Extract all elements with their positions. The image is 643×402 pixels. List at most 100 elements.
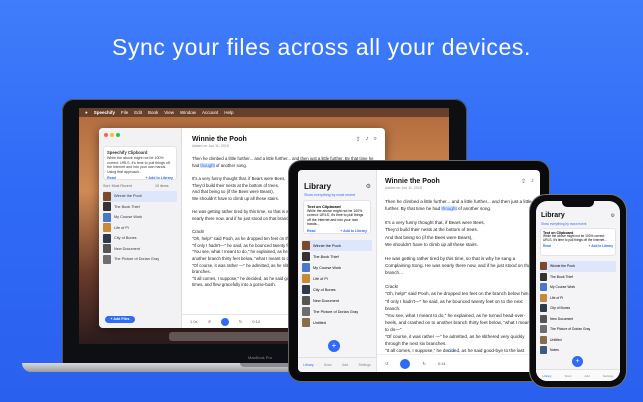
- book-title: The Picture of Dorian Gray: [313, 309, 359, 314]
- share-icon[interactable]: ⇪: [521, 178, 526, 185]
- menu-item[interactable]: Help: [224, 110, 233, 115]
- settings-icon[interactable]: ⚙: [611, 213, 615, 219]
- book-row[interactable]: My Course Work: [302, 262, 372, 273]
- book-cover-icon: [540, 283, 547, 292]
- book-row[interactable]: Winnie the Pooh: [302, 240, 372, 251]
- book-cover-icon: [103, 244, 111, 254]
- play-button[interactable]: [220, 317, 229, 326]
- read-button[interactable]: Read: [543, 244, 551, 249]
- book-cover-icon: [540, 335, 547, 344]
- book-row[interactable]: Winnie the Pooh: [540, 261, 616, 272]
- book-row[interactable]: New Document: [302, 295, 372, 306]
- voice-icon[interactable]: ♪: [366, 136, 369, 143]
- search-icon[interactable]: ⌕: [374, 136, 377, 143]
- read-button[interactable]: Read: [307, 229, 316, 233]
- menu-item[interactable]: File: [121, 110, 128, 115]
- forward-icon[interactable]: ↻: [422, 361, 425, 366]
- share-icon[interactable]: ⇪: [356, 136, 361, 143]
- rewind-icon[interactable]: ↺: [208, 319, 211, 324]
- book-row[interactable]: My Course Work: [103, 212, 177, 223]
- book-cover-icon: [540, 272, 547, 281]
- book-title: The Book Thief: [313, 254, 339, 259]
- book-title: The Book Thief: [114, 204, 140, 209]
- clipboard-card[interactable]: Text on Clipboard While the above might …: [540, 228, 616, 256]
- tab-add[interactable]: Add: [342, 363, 348, 367]
- minimize-window-button[interactable]: [110, 133, 114, 137]
- book-title: Life of Pi: [550, 295, 564, 300]
- book-row[interactable]: Life of Pi: [540, 293, 616, 304]
- add-button[interactable]: +: [328, 340, 340, 352]
- rewind-icon[interactable]: ↺: [385, 361, 388, 366]
- book-row[interactable]: Untitled: [302, 317, 372, 328]
- tab-library[interactable]: Library: [542, 374, 551, 378]
- menu-item[interactable]: Window: [180, 110, 196, 115]
- close-window-button[interactable]: [104, 133, 108, 137]
- book-cover-icon: [540, 325, 547, 334]
- document-title: Winnie the Pooh: [385, 178, 440, 185]
- tab-scan[interactable]: Scan: [565, 374, 572, 378]
- clipboard-card[interactable]: Text on Clipboard While the above might …: [303, 200, 371, 234]
- book-row[interactable]: Untitled: [540, 335, 616, 346]
- voice-icon[interactable]: ♪: [531, 178, 534, 185]
- book-title: The Picture of Dorian Gray: [114, 257, 160, 262]
- speed-button[interactable]: 1.0x: [190, 319, 198, 324]
- apple-icon[interactable]: ●: [85, 110, 88, 115]
- clipboard-body: While the above might not be 100% correc…: [107, 156, 170, 174]
- tab-add[interactable]: Add: [584, 374, 589, 378]
- add-to-library-button[interactable]: + Add to Library: [589, 244, 613, 249]
- book-row[interactable]: My Course Work: [540, 282, 616, 293]
- mac-sidebar: Speechify Clipboard While the above migh…: [99, 128, 182, 328]
- ipad-screen: Library ⚙ Show everything by most recent…: [298, 170, 540, 372]
- clipboard-body: While the above might not be 100% correc…: [543, 234, 607, 243]
- menu-item[interactable]: Account: [202, 110, 218, 115]
- menu-item[interactable]: View: [164, 110, 174, 115]
- book-row[interactable]: The Book Thief: [103, 202, 177, 213]
- book-cover-icon: [103, 254, 111, 264]
- add-to-library-button[interactable]: + Add to Library: [340, 229, 367, 233]
- library-title: Library: [541, 212, 565, 219]
- book-row[interactable]: The Picture of Dorian Gray: [540, 324, 616, 335]
- book-row[interactable]: City of Bones: [302, 284, 372, 295]
- book-cover-icon: [103, 191, 111, 201]
- book-row[interactable]: City of Bones: [540, 303, 616, 314]
- read-button[interactable]: Read: [107, 176, 116, 180]
- book-row[interactable]: New Document: [540, 314, 616, 325]
- tab-settings[interactable]: Settings: [359, 363, 371, 367]
- tab-library[interactable]: Library: [303, 363, 313, 367]
- tab-settings[interactable]: Settings: [603, 374, 614, 378]
- book-cover-icon: [540, 314, 547, 323]
- book-row[interactable]: Life of Pi: [103, 223, 177, 234]
- sort-link[interactable]: Show everything by most recent: [541, 222, 586, 226]
- window-controls: [104, 133, 120, 137]
- book-title: Winnie the Pooh: [114, 194, 142, 199]
- book-title: My Course Work: [550, 285, 576, 290]
- clipboard-card[interactable]: Speechify Clipboard While the above migh…: [103, 146, 177, 180]
- add-button[interactable]: +: [572, 356, 583, 367]
- menu-item[interactable]: Speechify: [94, 110, 115, 115]
- book-row[interactable]: Notes: [540, 345, 616, 356]
- book-title: Winnie the Pooh: [550, 264, 575, 269]
- book-row[interactable]: New Document: [103, 244, 177, 255]
- book-row[interactable]: Life of Pi: [302, 273, 372, 284]
- mac-menubar: ● Speechify File Edit Book View Window A…: [79, 108, 449, 117]
- book-row[interactable]: The Book Thief: [540, 272, 616, 283]
- book-row[interactable]: The Picture of Dorian Gray: [302, 306, 372, 317]
- sort-link[interactable]: Show everything by most recent: [304, 193, 355, 197]
- book-row[interactable]: Winnie the Pooh: [103, 191, 177, 202]
- document-date: Added on Jun 11, 2019: [385, 186, 422, 190]
- menu-item[interactable]: Edit: [134, 110, 142, 115]
- zoom-window-button[interactable]: [116, 133, 120, 137]
- book-cover-icon: [540, 304, 547, 313]
- tab-scan[interactable]: Scan: [324, 363, 332, 367]
- book-row[interactable]: The Book Thief: [302, 251, 372, 262]
- forward-icon[interactable]: ↻: [239, 319, 242, 324]
- sort-control[interactable]: Sort: Most Recent 10 items: [103, 184, 169, 188]
- settings-icon[interactable]: ⚙: [366, 183, 371, 190]
- menu-item[interactable]: Book: [148, 110, 158, 115]
- add-files-button[interactable]: + Add Files: [105, 316, 135, 323]
- add-to-library-button[interactable]: + Add to Library: [145, 176, 173, 180]
- speed-button[interactable]: 1.0x: [447, 349, 454, 353]
- book-row[interactable]: City of Bones: [103, 233, 177, 244]
- book-row[interactable]: The Picture of Dorian Gray: [103, 254, 177, 265]
- play-button[interactable]: [400, 358, 411, 369]
